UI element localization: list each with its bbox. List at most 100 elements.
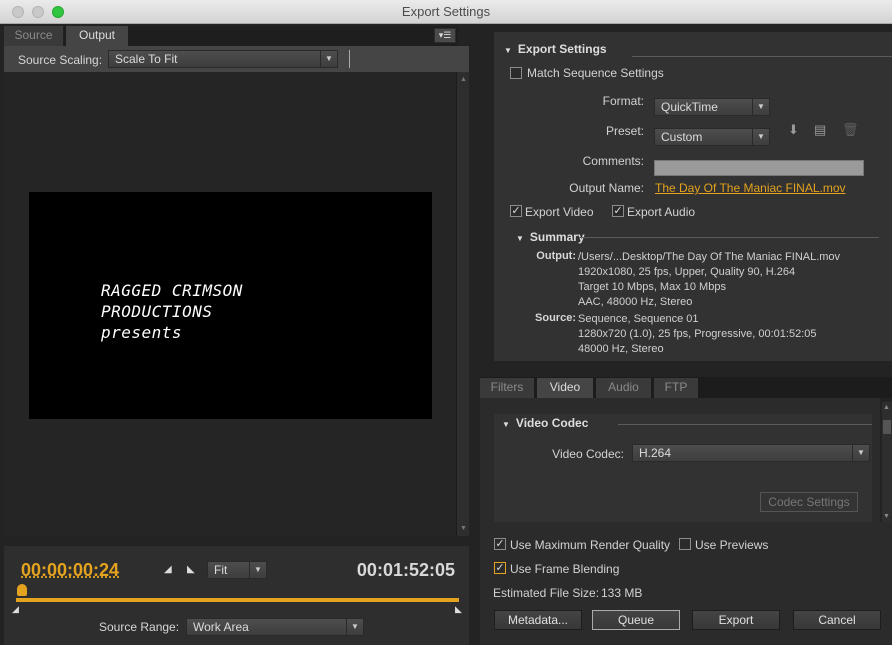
title-bar: Export Settings xyxy=(0,0,892,24)
preview-title-card: RAGGED CRIMSON PRODUCTIONS presents xyxy=(101,280,243,343)
out-point-icon[interactable]: ◣ xyxy=(455,604,462,615)
disclosure-triangle-icon: ▼ xyxy=(516,234,524,243)
tab-filters[interactable]: Filters xyxy=(480,378,534,398)
video-settings-area: ▼ Video Codec Video Codec: H.264 ▼ Codec … xyxy=(480,398,880,524)
use-previews-checkbox[interactable] xyxy=(679,538,691,550)
tab-source[interactable]: Source xyxy=(4,26,64,46)
chevron-down-icon: ▼ xyxy=(852,445,869,461)
source-range-label: Source Range: xyxy=(99,620,180,634)
time-ruler[interactable] xyxy=(16,598,459,602)
zoom-dropdown[interactable]: Fit ▼ xyxy=(207,561,267,579)
tab-output[interactable]: Output xyxy=(66,26,128,46)
video-codec-value: H.264 xyxy=(639,446,672,460)
chevron-down-icon: ▼ xyxy=(752,129,769,145)
panel-menu-icon[interactable]: ▾☰ xyxy=(434,28,456,43)
preset-dropdown[interactable]: Custom ▼ xyxy=(654,128,770,146)
summary-header[interactable]: ▼ Summary xyxy=(516,230,585,244)
zoom-value: Fit xyxy=(214,563,228,577)
divider xyxy=(618,424,872,425)
frame-blending-checkbox[interactable]: ✓ xyxy=(494,562,506,574)
export-audio-checkbox[interactable]: ✓ xyxy=(612,205,624,217)
video-codec-label: Video Codec: xyxy=(552,447,624,461)
chevron-down-icon: ▼ xyxy=(346,619,363,635)
scrollbar-thumb[interactable] xyxy=(883,420,891,434)
codec-settings-button[interactable]: Codec Settings xyxy=(760,492,858,512)
file-size-value: 133 MB xyxy=(601,586,643,600)
divider xyxy=(349,50,350,68)
format-value: QuickTime xyxy=(661,100,718,114)
window-title: Export Settings xyxy=(401,4,491,19)
source-scaling-label: Source Scaling: xyxy=(18,53,103,67)
export-audio-label: Export Audio xyxy=(627,205,696,219)
source-range-dropdown[interactable]: Work Area ▼ xyxy=(186,618,364,636)
preset-value: Custom xyxy=(661,130,703,144)
export-button[interactable]: Export xyxy=(692,610,780,630)
export-settings-header[interactable]: ▼ Export Settings xyxy=(504,42,607,56)
export-video-label: Export Video xyxy=(525,205,594,219)
comments-input[interactable] xyxy=(654,160,864,176)
set-out-point-icon[interactable]: ◣ xyxy=(187,564,195,575)
export-options: ✓ Use Maximum Render Quality Use Preview… xyxy=(480,522,892,645)
preview-line-3: presents xyxy=(101,323,183,342)
summary-source-label: Source: xyxy=(535,312,576,324)
settings-tabs: Filters Video Audio FTP xyxy=(480,377,892,398)
max-render-quality-label: Use Maximum Render Quality xyxy=(510,538,671,552)
export-video-checkbox[interactable]: ✓ xyxy=(510,205,522,217)
summary-output-label: Output: xyxy=(536,250,576,262)
output-name-link[interactable]: The Day Of The Maniac FINAL.mov xyxy=(655,181,846,195)
use-previews-label: Use Previews xyxy=(695,538,769,552)
duration-timecode: 00:01:52:05 xyxy=(356,560,455,580)
divider xyxy=(632,56,892,57)
preset-label: Preset: xyxy=(605,124,644,138)
summary-source-text: Sequence, Sequence 01 1280x720 (1.0), 25… xyxy=(578,313,817,355)
file-size-label: Estimated File Size: xyxy=(493,586,600,600)
match-sequence-checkbox[interactable] xyxy=(510,67,522,79)
playhead-handle[interactable] xyxy=(17,584,27,596)
metadata-button[interactable]: Metadata... xyxy=(494,610,582,630)
format-label: Format: xyxy=(602,94,644,108)
settings-scrollbar[interactable]: ▲ ▼ xyxy=(882,402,892,522)
import-preset-icon[interactable]: ▤ xyxy=(814,122,826,138)
export-settings-section: ▼ Export Settings Match Sequence Settings… xyxy=(494,32,892,361)
video-codec-header[interactable]: ▼ Video Codec xyxy=(502,416,588,430)
output-name-label: Output Name: xyxy=(569,181,644,195)
chevron-down-icon: ▼ xyxy=(752,99,769,115)
scroll-up-icon[interactable]: ▲ xyxy=(883,404,890,411)
source-scaling-dropdown[interactable]: Scale To Fit ▼ xyxy=(108,50,338,68)
frame-blending-label: Use Frame Blending xyxy=(510,562,620,576)
tab-ftp[interactable]: FTP xyxy=(654,378,698,398)
summary-output-text: /Users/...Desktop/The Day Of The Maniac … xyxy=(578,251,841,308)
save-preset-icon[interactable]: ⬇ xyxy=(788,122,799,138)
video-codec-section: ▼ Video Codec Video Codec: H.264 ▼ Codec … xyxy=(494,414,872,524)
match-sequence-label: Match Sequence Settings xyxy=(527,66,664,80)
timeline-bar: 00:00:00:24 ◢ ◣ Fit ▼ 00:01:52:05 ◢ ◣ So… xyxy=(4,546,469,645)
current-timecode[interactable]: 00:00:00:24 xyxy=(21,560,119,581)
source-scaling-bar: Source Scaling: Scale To Fit ▼ xyxy=(4,46,469,72)
video-codec-dropdown[interactable]: H.264 ▼ xyxy=(632,444,870,462)
in-point-icon[interactable]: ◢ xyxy=(12,604,19,615)
disclosure-triangle-icon: ▼ xyxy=(504,46,512,55)
source-range-value: Work Area xyxy=(193,620,249,634)
comments-label: Comments: xyxy=(582,154,644,168)
set-in-point-icon[interactable]: ◢ xyxy=(164,564,172,575)
disclosure-triangle-icon: ▼ xyxy=(502,420,510,429)
scroll-down-icon[interactable]: ▼ xyxy=(460,525,467,532)
settings-panel: ▼ Export Settings Match Sequence Settings… xyxy=(472,24,892,645)
queue-button[interactable]: Queue xyxy=(592,610,680,630)
divider xyxy=(579,237,879,238)
preview-line-1: RAGGED CRIMSON xyxy=(101,281,243,300)
delete-preset-icon[interactable]: 🗑 xyxy=(842,122,859,138)
tab-video[interactable]: Video xyxy=(537,378,593,398)
chevron-down-icon: ▼ xyxy=(320,51,337,67)
tab-audio[interactable]: Audio xyxy=(596,378,651,398)
max-render-quality-checkbox[interactable]: ✓ xyxy=(494,538,506,550)
preview-tabs: Source Output ▾☰ xyxy=(4,26,458,46)
preview-line-2: PRODUCTIONS xyxy=(101,302,213,321)
preview-scrollbar[interactable]: ▲ ▼ xyxy=(456,72,469,536)
scroll-up-icon[interactable]: ▲ xyxy=(460,76,467,83)
preview-frame: RAGGED CRIMSON PRODUCTIONS presents xyxy=(29,192,432,419)
video-preview: RAGGED CRIMSON PRODUCTIONS presents xyxy=(4,72,456,536)
scroll-down-icon[interactable]: ▼ xyxy=(883,513,890,520)
format-dropdown[interactable]: QuickTime ▼ xyxy=(654,98,770,116)
cancel-button[interactable]: Cancel xyxy=(793,610,881,630)
